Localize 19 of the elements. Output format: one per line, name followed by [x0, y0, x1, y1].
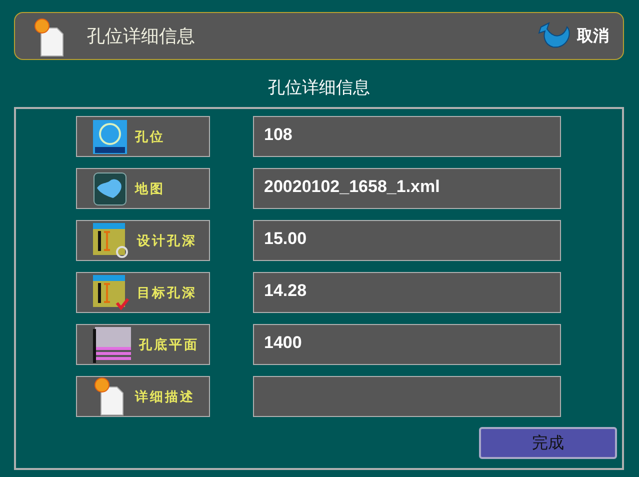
field-label-button[interactable]: 孔位	[76, 116, 210, 157]
depth-gear-icon	[93, 222, 129, 258]
field-label-button[interactable]: 设计孔深	[76, 220, 210, 261]
value-field[interactable]: 20020102_1658_1.xml	[253, 168, 561, 209]
window-title: 孔位详细信息	[87, 25, 196, 48]
depth-check-icon	[93, 274, 129, 310]
panel-title: 孔位详细信息	[267, 77, 371, 99]
value-field[interactable]	[253, 376, 561, 417]
field-label-button[interactable]: 目标孔深	[76, 272, 210, 313]
value-field[interactable]: 108	[253, 116, 561, 157]
value-field[interactable]: 15.00	[253, 220, 561, 261]
field-label-button[interactable]: 孔底平面	[76, 324, 210, 365]
field-label-button[interactable]: 地图	[76, 168, 210, 209]
value-field[interactable]: 14.28	[253, 272, 561, 313]
value-field[interactable]: 1400	[253, 324, 561, 365]
layers-icon	[93, 326, 131, 362]
field-label-button[interactable]: 详细描述	[76, 376, 210, 417]
cancel-button[interactable]: 取消	[537, 21, 609, 51]
map-icon	[93, 172, 127, 206]
